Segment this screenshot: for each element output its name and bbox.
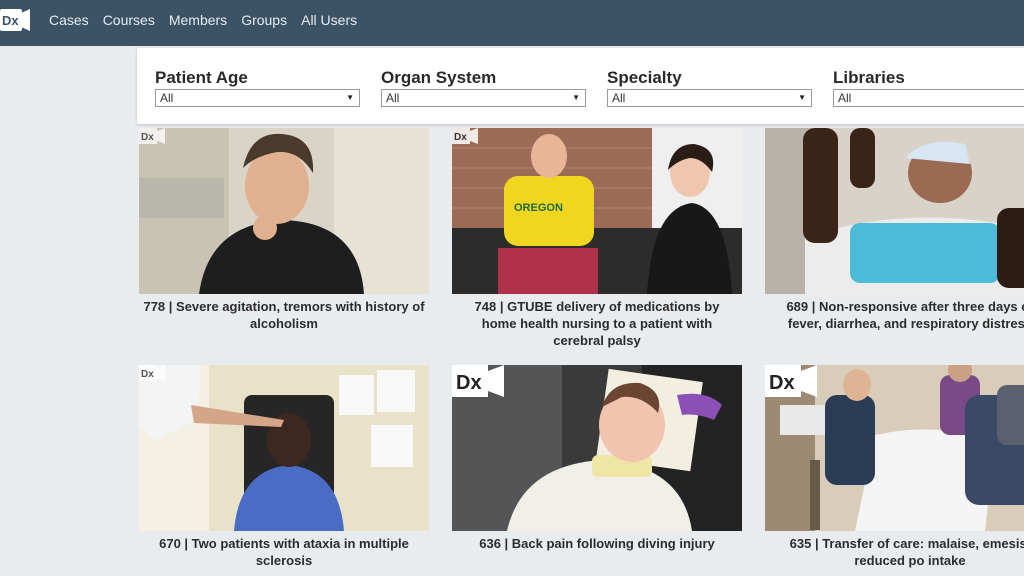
libraries-select[interactable]: All ▼ [833,89,1024,107]
watermark-text: Dx [454,132,467,143]
dx-watermark-icon: Dx [452,128,478,144]
case-caption[interactable]: 748 | GTUBE delivery of medications by h… [452,298,742,349]
watermark-text: Dx [456,372,482,394]
organ-system-select[interactable]: All ▼ [381,89,586,107]
specialty-filter: Specialty All ▼ [607,68,812,107]
specialty-label: Specialty [607,68,682,87]
dropdown-caret-icon: ▼ [346,93,354,102]
case-caption[interactable]: 778 | Severe agitation, tremors with his… [139,298,429,332]
specialty-select[interactable]: All ▼ [607,89,812,107]
patient-age-select[interactable]: All ▼ [155,89,360,107]
patient-age-filter: Patient Age All ▼ [155,68,360,107]
specialty-value: All [612,91,626,105]
jersey-text: OREGON [514,202,563,214]
organ-system-label: Organ System [381,68,497,87]
watermark-text: Dx [141,369,154,380]
patient-age-value: All [160,91,174,105]
nav-all-users[interactable]: All Users [301,12,357,28]
filter-panel: Patient Age All ▼ Organ System All ▼ Spe… [137,48,1024,124]
libraries-filter: Libraries All ▼ [833,68,1024,107]
dropdown-caret-icon: ▼ [572,93,580,102]
logo-text: Dx [2,13,19,28]
case-thumbnail[interactable]: Dx [139,365,429,531]
organ-system-value: All [386,91,400,105]
case-thumbnail[interactable]: Dx [452,365,742,531]
case-card-778[interactable]: Dx 778 | Severe agitation, tremors with … [139,128,429,332]
case-thumbnail[interactable] [765,128,1024,294]
main-nav: Cases Courses Members Groups All Users [49,0,371,40]
case-caption[interactable]: 635 | Transfer of care: malaise, emesis,… [765,535,1024,569]
case-card-636[interactable]: Dx 636 | Back pain following diving inju… [452,365,742,552]
patient-age-label: Patient Age [155,68,248,87]
case-card-748[interactable]: OREGON Dx 748 | GTUBE delivery of medica… [452,128,742,349]
case-thumbnail[interactable]: OREGON Dx [452,128,742,294]
nav-cases[interactable]: Cases [49,12,89,28]
nav-groups[interactable]: Groups [241,12,287,28]
dx-logo-icon[interactable]: Dx [0,9,30,31]
case-thumbnail[interactable]: Dx [765,365,1024,531]
nav-members[interactable]: Members [169,12,227,28]
dx-watermark-icon: Dx [139,128,165,144]
case-caption[interactable]: 689 | Non-responsive after three days of… [765,298,1024,332]
case-caption[interactable]: 670 | Two patients with ataxia in multip… [139,535,429,569]
case-thumbnail[interactable]: Dx [139,128,429,294]
dx-watermark-icon: Dx [139,365,165,381]
organ-system-filter: Organ System All ▼ [381,68,586,107]
case-card-635[interactable]: Dx 635 | Transfer of care: malaise, emes… [765,365,1024,569]
watermark-text: Dx [769,372,795,394]
dx-watermark-icon: Dx [452,365,504,397]
case-caption[interactable]: 636 | Back pain following diving injury [452,535,742,552]
case-card-689[interactable]: 689 | Non-responsive after three days of… [765,128,1024,332]
libraries-value: All [838,91,852,105]
dropdown-caret-icon: ▼ [798,93,806,102]
watermark-text: Dx [141,132,154,143]
case-card-670[interactable]: Dx 670 | Two patients with ataxia in mul… [139,365,429,569]
top-navbar: Dx Cases Courses Members Groups All User… [0,0,1024,46]
libraries-label: Libraries [833,68,905,87]
dx-watermark-icon: Dx [765,365,817,397]
nav-courses[interactable]: Courses [103,12,155,28]
